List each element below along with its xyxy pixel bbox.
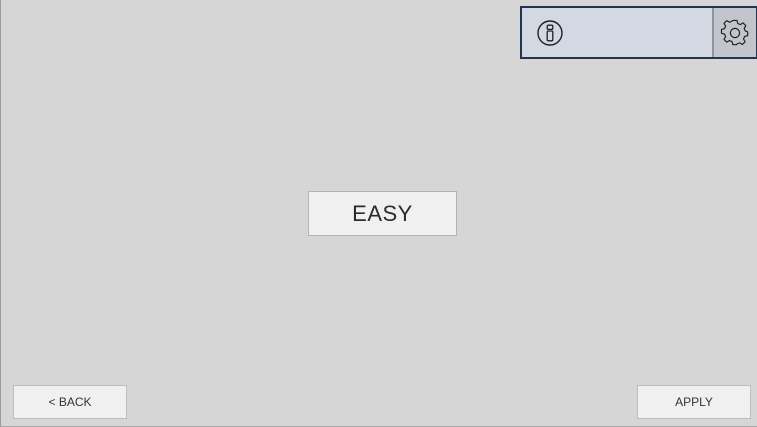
settings-button[interactable] xyxy=(712,8,756,57)
back-label: < BACK xyxy=(48,395,92,409)
info-icon xyxy=(537,20,563,46)
apply-button[interactable]: APPLY xyxy=(637,385,751,419)
gear-icon xyxy=(720,19,749,45)
back-button[interactable]: < BACK xyxy=(13,385,127,419)
game-screen: EASY < BACK APPLY xyxy=(0,0,757,427)
difficulty-button[interactable]: EASY xyxy=(308,191,457,236)
difficulty-label: EASY xyxy=(352,200,413,226)
info-panel xyxy=(520,6,757,59)
apply-label: APPLY xyxy=(675,395,713,409)
info-button[interactable] xyxy=(536,19,564,47)
